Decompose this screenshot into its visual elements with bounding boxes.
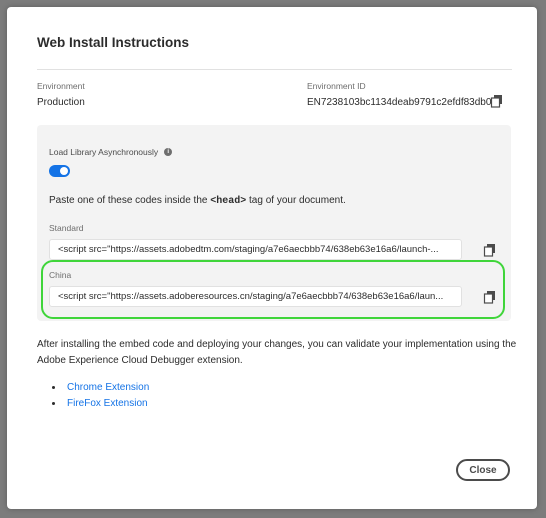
- environment-value: Production: [37, 97, 85, 108]
- paste-instruction-suffix: tag of your document.: [246, 195, 346, 206]
- title-divider: [37, 69, 512, 70]
- web-install-dialog: Web Install Instructions Environment Pro…: [7, 7, 537, 509]
- firefox-extension-link[interactable]: FireFox Extension: [67, 398, 148, 409]
- list-item: Chrome Extension: [52, 379, 149, 395]
- paste-instruction-prefix: Paste one of these codes inside the: [49, 195, 211, 206]
- close-button[interactable]: Close: [456, 459, 510, 481]
- environment-id-value: EN7238103bc1134deab9791c2efdf83db0: [307, 97, 492, 108]
- async-toggle-label-row: Load Library Asynchronously i: [49, 147, 173, 157]
- bullet: [52, 401, 55, 405]
- china-code-highlight: [41, 260, 505, 319]
- dialog-title: Web Install Instructions: [37, 35, 190, 50]
- validation-instructions: After installing the embed code and depl…: [37, 339, 517, 366]
- toggle-knob: [60, 167, 68, 175]
- environment-id-label: Environment ID: [307, 81, 366, 91]
- info-icon[interactable]: i: [164, 148, 173, 156]
- copy-environment-id-icon[interactable]: [490, 94, 504, 108]
- bullet: [52, 385, 55, 389]
- async-toggle-label: Load Library Asynchronously: [49, 147, 159, 157]
- standard-code-field[interactable]: <script src="https://assets.adobedtm.com…: [49, 239, 462, 260]
- list-item: FireFox Extension: [52, 395, 149, 411]
- chrome-extension-link[interactable]: Chrome Extension: [67, 382, 149, 393]
- standard-label: Standard: [49, 223, 84, 233]
- environment-label: Environment: [37, 81, 85, 91]
- extension-links: Chrome Extension FireFox Extension: [52, 379, 149, 411]
- copy-standard-code-icon[interactable]: [483, 243, 497, 257]
- load-async-toggle[interactable]: [49, 165, 70, 177]
- paste-instruction: Paste one of these codes inside the <hea…: [49, 195, 346, 207]
- head-tag: <head>: [210, 196, 247, 207]
